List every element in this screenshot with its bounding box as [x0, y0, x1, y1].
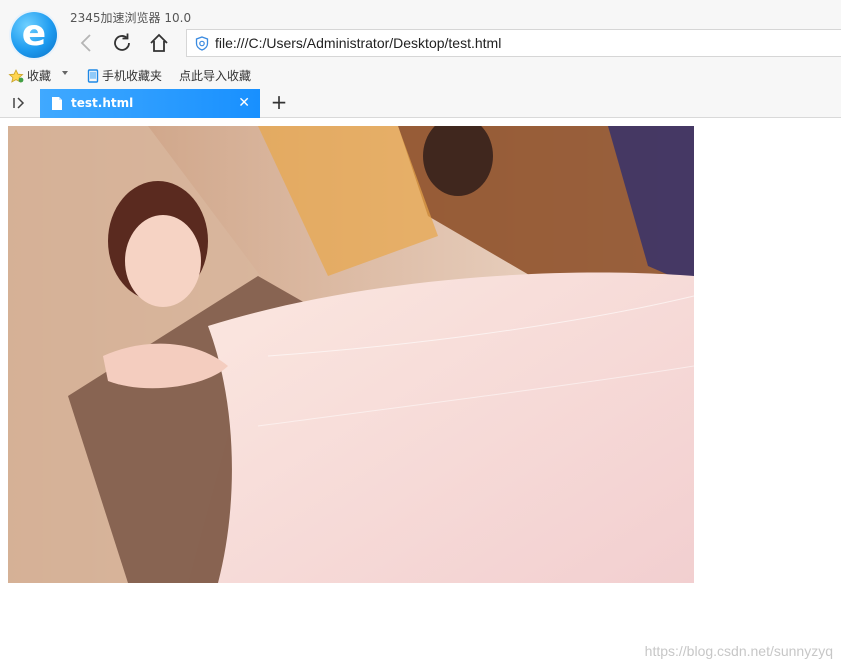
star-icon: [8, 68, 24, 83]
home-icon: [150, 33, 168, 52]
tab-strip: test.html ✕ +: [0, 88, 841, 118]
tab-test-html[interactable]: test.html ✕: [40, 89, 260, 118]
home-button[interactable]: [146, 30, 172, 56]
mobile-favorites-label: 手机收藏夹: [102, 69, 163, 83]
mobile-icon: [87, 68, 99, 83]
tab-title: test.html: [71, 96, 134, 110]
favorites-label: 收藏: [27, 69, 52, 83]
mobile-favorites-link[interactable]: 手机收藏夹: [87, 67, 162, 84]
favorites-dropdown[interactable]: [61, 70, 69, 76]
refresh-button[interactable]: [109, 30, 135, 56]
close-icon[interactable]: ✕: [238, 95, 250, 111]
title-nav-bar: e 2345加速浏览器 10.0 file:///C:/Users/Admini…: [0, 0, 841, 62]
address-bar[interactable]: file:///C:/Users/Administrator/Desktop/t…: [186, 29, 841, 57]
file-icon: [52, 97, 62, 110]
chevron-left-icon: [80, 34, 91, 52]
page-photo: [8, 126, 694, 583]
sidebar-expand-icon: [13, 97, 25, 109]
caret-down-icon: [62, 71, 68, 75]
browser-window: e 2345加速浏览器 10.0 file:///C:/Users/Admini…: [0, 0, 841, 669]
address-url[interactable]: file:///C:/Users/Administrator/Desktop/t…: [215, 35, 501, 51]
import-favorites-label: 点此导入收藏: [179, 69, 252, 83]
favorites-button[interactable]: 收藏: [8, 67, 51, 84]
refresh-icon: [114, 33, 130, 51]
watermark: https://blog.csdn.net/sunnyzyq: [644, 643, 833, 659]
page-content: https://blog.csdn.net/sunnyzyq: [0, 119, 841, 669]
back-button[interactable]: [73, 30, 99, 56]
shield-icon: [195, 36, 209, 51]
import-favorites-link[interactable]: 点此导入收藏: [179, 67, 251, 84]
sidebar-toggle-button[interactable]: [10, 95, 28, 111]
app-title: 2345加速浏览器 10.0: [70, 11, 192, 25]
photo-illustration: [8, 126, 694, 583]
bookmarks-bar: 收藏 手机收藏夹 点此导入收藏: [0, 62, 841, 88]
browser-logo-icon[interactable]: e: [11, 12, 57, 58]
new-tab-button[interactable]: +: [268, 92, 290, 114]
